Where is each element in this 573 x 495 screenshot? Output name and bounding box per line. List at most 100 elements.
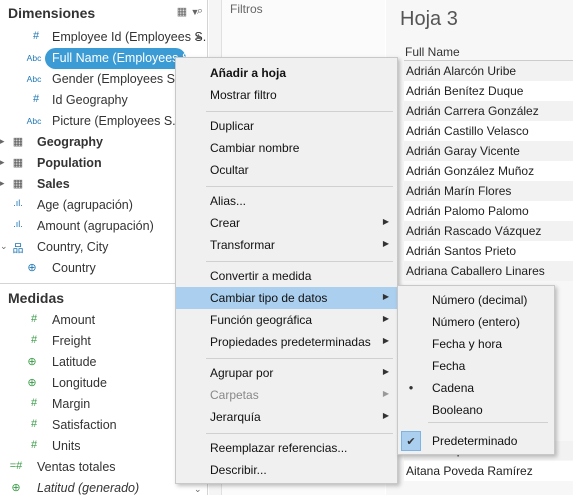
- menu-item-label: Función geográfica: [210, 313, 313, 327]
- menu-separator: [428, 422, 548, 423]
- field-label: Ventas totales: [37, 460, 116, 474]
- menu-item-propiedades-predeterminadas[interactable]: Propiedades predeterminadas ▶: [176, 331, 397, 353]
- field-label: Age (agrupación): [37, 198, 133, 212]
- measure-latitud-generado[interactable]: ⊕ Latitud (generado): [0, 478, 200, 495]
- number-icon: #: [30, 418, 38, 430]
- measure-satisfaction[interactable]: # Satisfaction: [0, 415, 200, 436]
- measure-ventas-totales[interactable]: =# Ventas totales: [0, 457, 200, 478]
- menu-item-convertir-a-medida[interactable]: Convertir a medida: [176, 265, 397, 287]
- field-label: Amount (agrupación): [37, 219, 154, 233]
- folder-sales[interactable]: ▸ ▦ Sales: [0, 174, 200, 195]
- field-employee-id[interactable]: # Employee Id (Employees S...: [0, 27, 207, 48]
- field-full-name[interactable]: Abc Full Name (Employees Spo...: [0, 48, 207, 69]
- field-id-geography[interactable]: # Id Geography: [0, 90, 200, 111]
- globe-icon: ⊕: [11, 482, 21, 494]
- submenu-item-fecha-y-hora[interactable]: Fecha y hora: [398, 333, 554, 355]
- measure-units[interactable]: # Units: [0, 436, 200, 457]
- table-row[interactable]: Adrián Garay Vicente: [404, 141, 573, 161]
- field-label: Country, City: [37, 240, 109, 254]
- submenu-item-cadena[interactable]: ● Cadena: [398, 377, 554, 399]
- measure-latitude[interactable]: ⊕ Latitude: [0, 352, 200, 373]
- field-age-bin[interactable]: .ıl. Age (agrupación): [0, 195, 200, 216]
- submenu-item-label: Predeterminado: [432, 434, 518, 448]
- menu-item-label: Convertir a medida: [210, 269, 312, 283]
- menu-item-label: Añadir a hoja: [210, 66, 287, 80]
- table-row[interactable]: Adriana Caballero Linares: [404, 261, 573, 281]
- menu-item-anadir-a-hoja[interactable]: Añadir a hoja: [176, 62, 397, 84]
- submenu-arrow-icon: ▶: [382, 336, 389, 345]
- menu-item-describir[interactable]: Describir...: [176, 459, 397, 481]
- submenu-item-booleano[interactable]: Booleano: [398, 399, 554, 421]
- submenu-item-label: Fecha y hora: [432, 337, 503, 351]
- menu-item-jerarquia[interactable]: Jerarquía ▶: [176, 406, 397, 428]
- globe-icon: ⊕: [27, 356, 37, 368]
- scroll-down-icon[interactable]: ⌄: [194, 484, 202, 495]
- submenu-item-predeterminado[interactable]: ✔ Predeterminado: [398, 430, 554, 452]
- expand-arrow-icon[interactable]: ▸: [0, 178, 8, 189]
- table-row[interactable]: Aitana Poveda Ramírez: [404, 461, 573, 481]
- measure-margin[interactable]: # Margin: [0, 394, 200, 415]
- table-row[interactable]: Adrián González Muñoz: [404, 161, 573, 181]
- menu-separator: [206, 111, 393, 112]
- field-gender[interactable]: Abc Gender (Employees S...: [0, 69, 200, 90]
- field-label: Satisfaction: [52, 418, 117, 432]
- table-row[interactable]: Adrián Benítez Duque: [404, 81, 573, 101]
- string-icon: Abc: [26, 53, 42, 63]
- field-label: Sales: [37, 177, 70, 191]
- sheet-title: Hoja 3: [400, 8, 458, 30]
- table-row[interactable]: Adrián Santos Prieto: [404, 241, 573, 261]
- table-icon: ▦: [12, 136, 24, 148]
- menu-item-funcion-geografica[interactable]: Función geográfica ▶: [176, 309, 397, 331]
- folder-population[interactable]: ▸ ▦ Population: [0, 153, 200, 174]
- table-row[interactable]: Adrián Rascado Vázquez: [404, 221, 573, 241]
- menu-item-alias[interactable]: Alias...: [176, 190, 397, 212]
- pane-dropdown-button[interactable]: ▼: [186, 2, 204, 22]
- table-row[interactable]: Adrián Carrera González: [404, 101, 573, 121]
- folder-geography[interactable]: ▸ ▦ Geography: [0, 132, 200, 153]
- submenu-item-label: Número (entero): [432, 315, 521, 329]
- menu-item-cambiar-nombre[interactable]: Cambiar nombre: [176, 137, 397, 159]
- table-row[interactable]: Adrián Palomo Palomo: [404, 201, 573, 221]
- measure-amount[interactable]: # Amount: [0, 310, 200, 331]
- menu-item-duplicar[interactable]: Duplicar: [176, 115, 397, 137]
- expand-arrow-icon[interactable]: ▸: [0, 136, 8, 147]
- expand-arrow-icon[interactable]: ▸: [0, 157, 8, 168]
- table-row[interactable]: Adrián Alarcón Uribe: [404, 61, 573, 81]
- field-label: Picture (Employees S...: [52, 114, 183, 128]
- string-icon: Abc: [26, 116, 42, 126]
- menu-item-cambiar-tipo-de-datos[interactable]: Cambiar tipo de datos ▶: [176, 287, 397, 309]
- field-label: Latitude: [52, 355, 97, 369]
- field-picture[interactable]: Abc Picture (Employees S...: [0, 111, 200, 132]
- field-label: Longitude: [52, 376, 107, 390]
- column-header[interactable]: Full Name: [405, 45, 460, 59]
- submenu-item-numero-entero[interactable]: Número (entero): [398, 311, 554, 333]
- menu-item-label: Describir...: [210, 463, 267, 477]
- measure-freight[interactable]: # Freight: [0, 331, 200, 352]
- table-row[interactable]: Adrián Marín Flores: [404, 181, 573, 201]
- collapse-arrow-icon[interactable]: ⌄: [0, 241, 8, 252]
- menu-item-crear[interactable]: Crear ▶: [176, 212, 397, 234]
- submenu-item-fecha[interactable]: Fecha: [398, 355, 554, 377]
- field-country[interactable]: ⊕ Country: [0, 258, 200, 279]
- menu-item-label: Jerarquía: [210, 410, 261, 424]
- hierarchy-country-city[interactable]: ⌄ 品 Country, City: [0, 237, 200, 258]
- submenu-arrow-icon: ▶: [382, 389, 389, 398]
- field-amount-bin[interactable]: .ıl. Amount (agrupación): [0, 216, 200, 237]
- menu-item-mostrar-filtro[interactable]: Mostrar filtro: [176, 84, 397, 106]
- field-label: Id Geography: [52, 93, 128, 107]
- scroll-up-icon[interactable]: ▲: [194, 31, 203, 41]
- menu-item-label: Cambiar tipo de datos: [210, 291, 328, 305]
- menu-item-ocultar[interactable]: Ocultar: [176, 159, 397, 181]
- menu-item-reemplazar-referencias[interactable]: Reemplazar referencias...: [176, 437, 397, 459]
- submenu-item-numero-decimal[interactable]: Número (decimal): [398, 289, 554, 311]
- menu-item-transformar[interactable]: Transformar ▶: [176, 234, 397, 256]
- table-row[interactable]: Adrián Castillo Velasco: [404, 121, 573, 141]
- menu-item-agrupar-por[interactable]: Agrupar por ▶: [176, 362, 397, 384]
- data-type-submenu: Número (decimal) Número (entero) Fecha y h…: [397, 285, 555, 455]
- field-label: Margin: [52, 397, 91, 411]
- measure-longitude[interactable]: ⊕ Longitude: [0, 373, 200, 394]
- calculated-field-icon: =#: [9, 460, 23, 472]
- menu-item-label: Duplicar: [210, 119, 255, 133]
- submenu-arrow-icon: ▶: [382, 239, 389, 248]
- dimensions-header: Dimensiones ▦ ⌕: [0, 0, 207, 26]
